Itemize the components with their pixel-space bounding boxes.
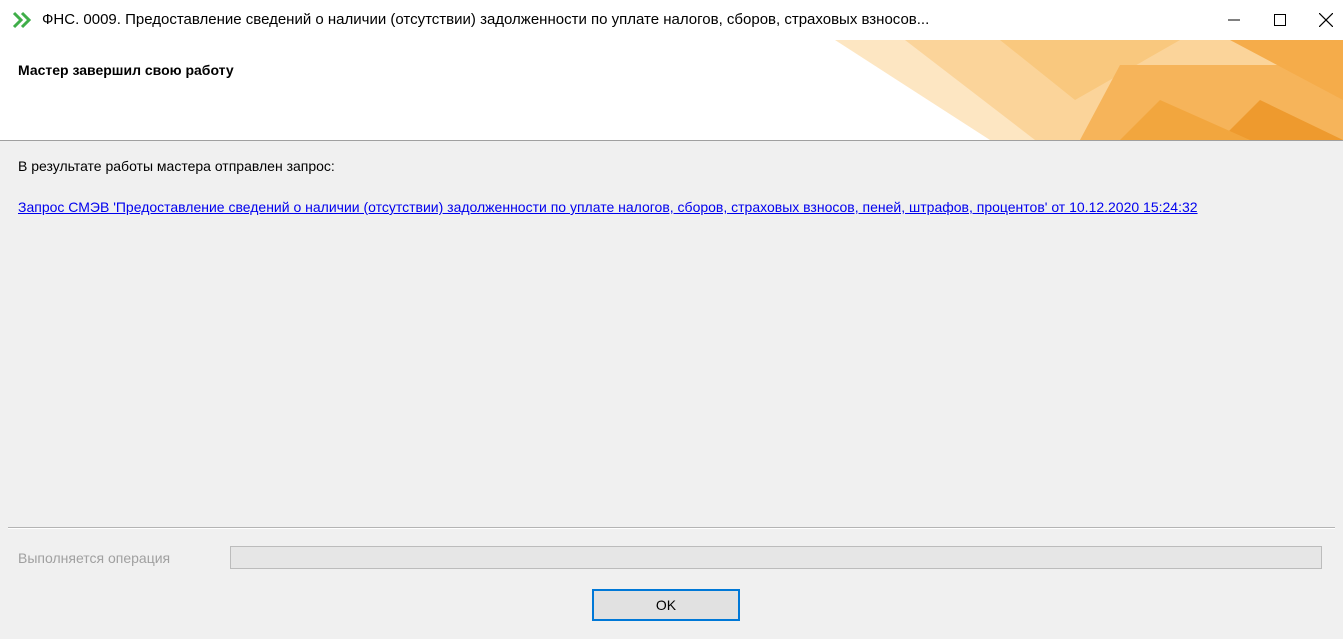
ok-button[interactable]: OK [592,589,740,621]
close-button[interactable] [1303,0,1343,40]
header-decoration [835,40,1343,140]
minimize-button[interactable] [1211,0,1257,40]
maximize-icon [1274,14,1286,26]
maximize-button[interactable] [1257,0,1303,40]
wizard-content: В результате работы мастера отправлен за… [0,141,1343,639]
header-title: Мастер завершил свою работу [18,62,234,78]
footer-divider-highlight [8,528,1335,529]
result-label: В результате работы мастера отправлен за… [18,158,335,174]
wizard-header: Мастер завершил свою работу [0,40,1343,140]
operation-label: Выполняется операция [18,550,171,566]
close-icon [1319,13,1333,27]
double-chevron-right-icon [12,11,32,29]
title-bar[interactable]: ФНС. 0009. Предоставление сведений о нал… [0,0,1343,40]
operation-progress-bar [230,546,1322,569]
minimize-icon [1228,19,1240,21]
smev-request-link[interactable]: Запрос СМЭВ 'Предоставление сведений о н… [18,197,1308,217]
window-title: ФНС. 0009. Предоставление сведений о нал… [42,11,930,28]
